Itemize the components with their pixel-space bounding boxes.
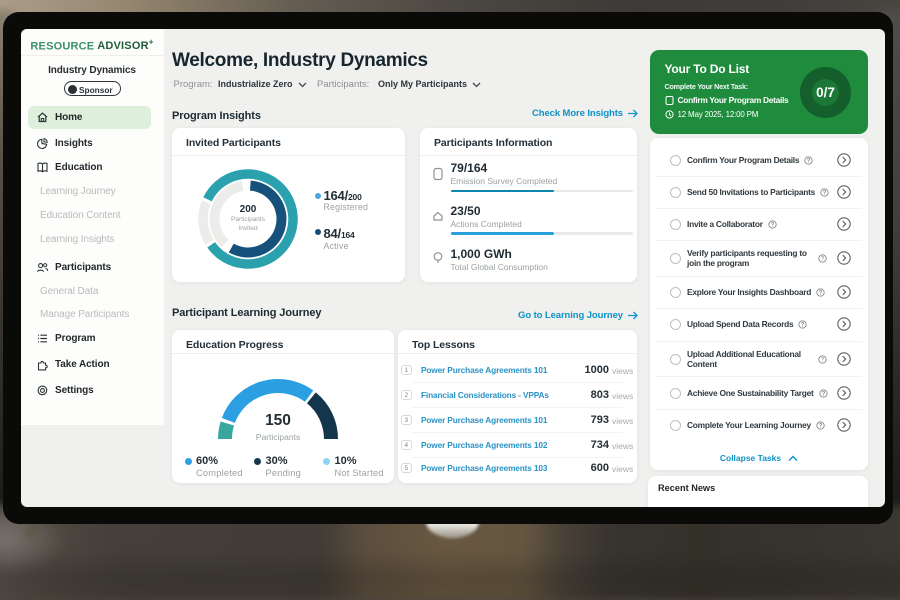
svg-text:?: ? xyxy=(801,323,805,329)
svg-text:?: ? xyxy=(821,392,825,398)
svg-text:?: ? xyxy=(819,424,823,430)
svg-text:?: ? xyxy=(823,191,827,197)
svg-text:?: ? xyxy=(819,291,823,297)
svg-text:?: ? xyxy=(807,159,811,165)
svg-text:?: ? xyxy=(771,223,775,229)
